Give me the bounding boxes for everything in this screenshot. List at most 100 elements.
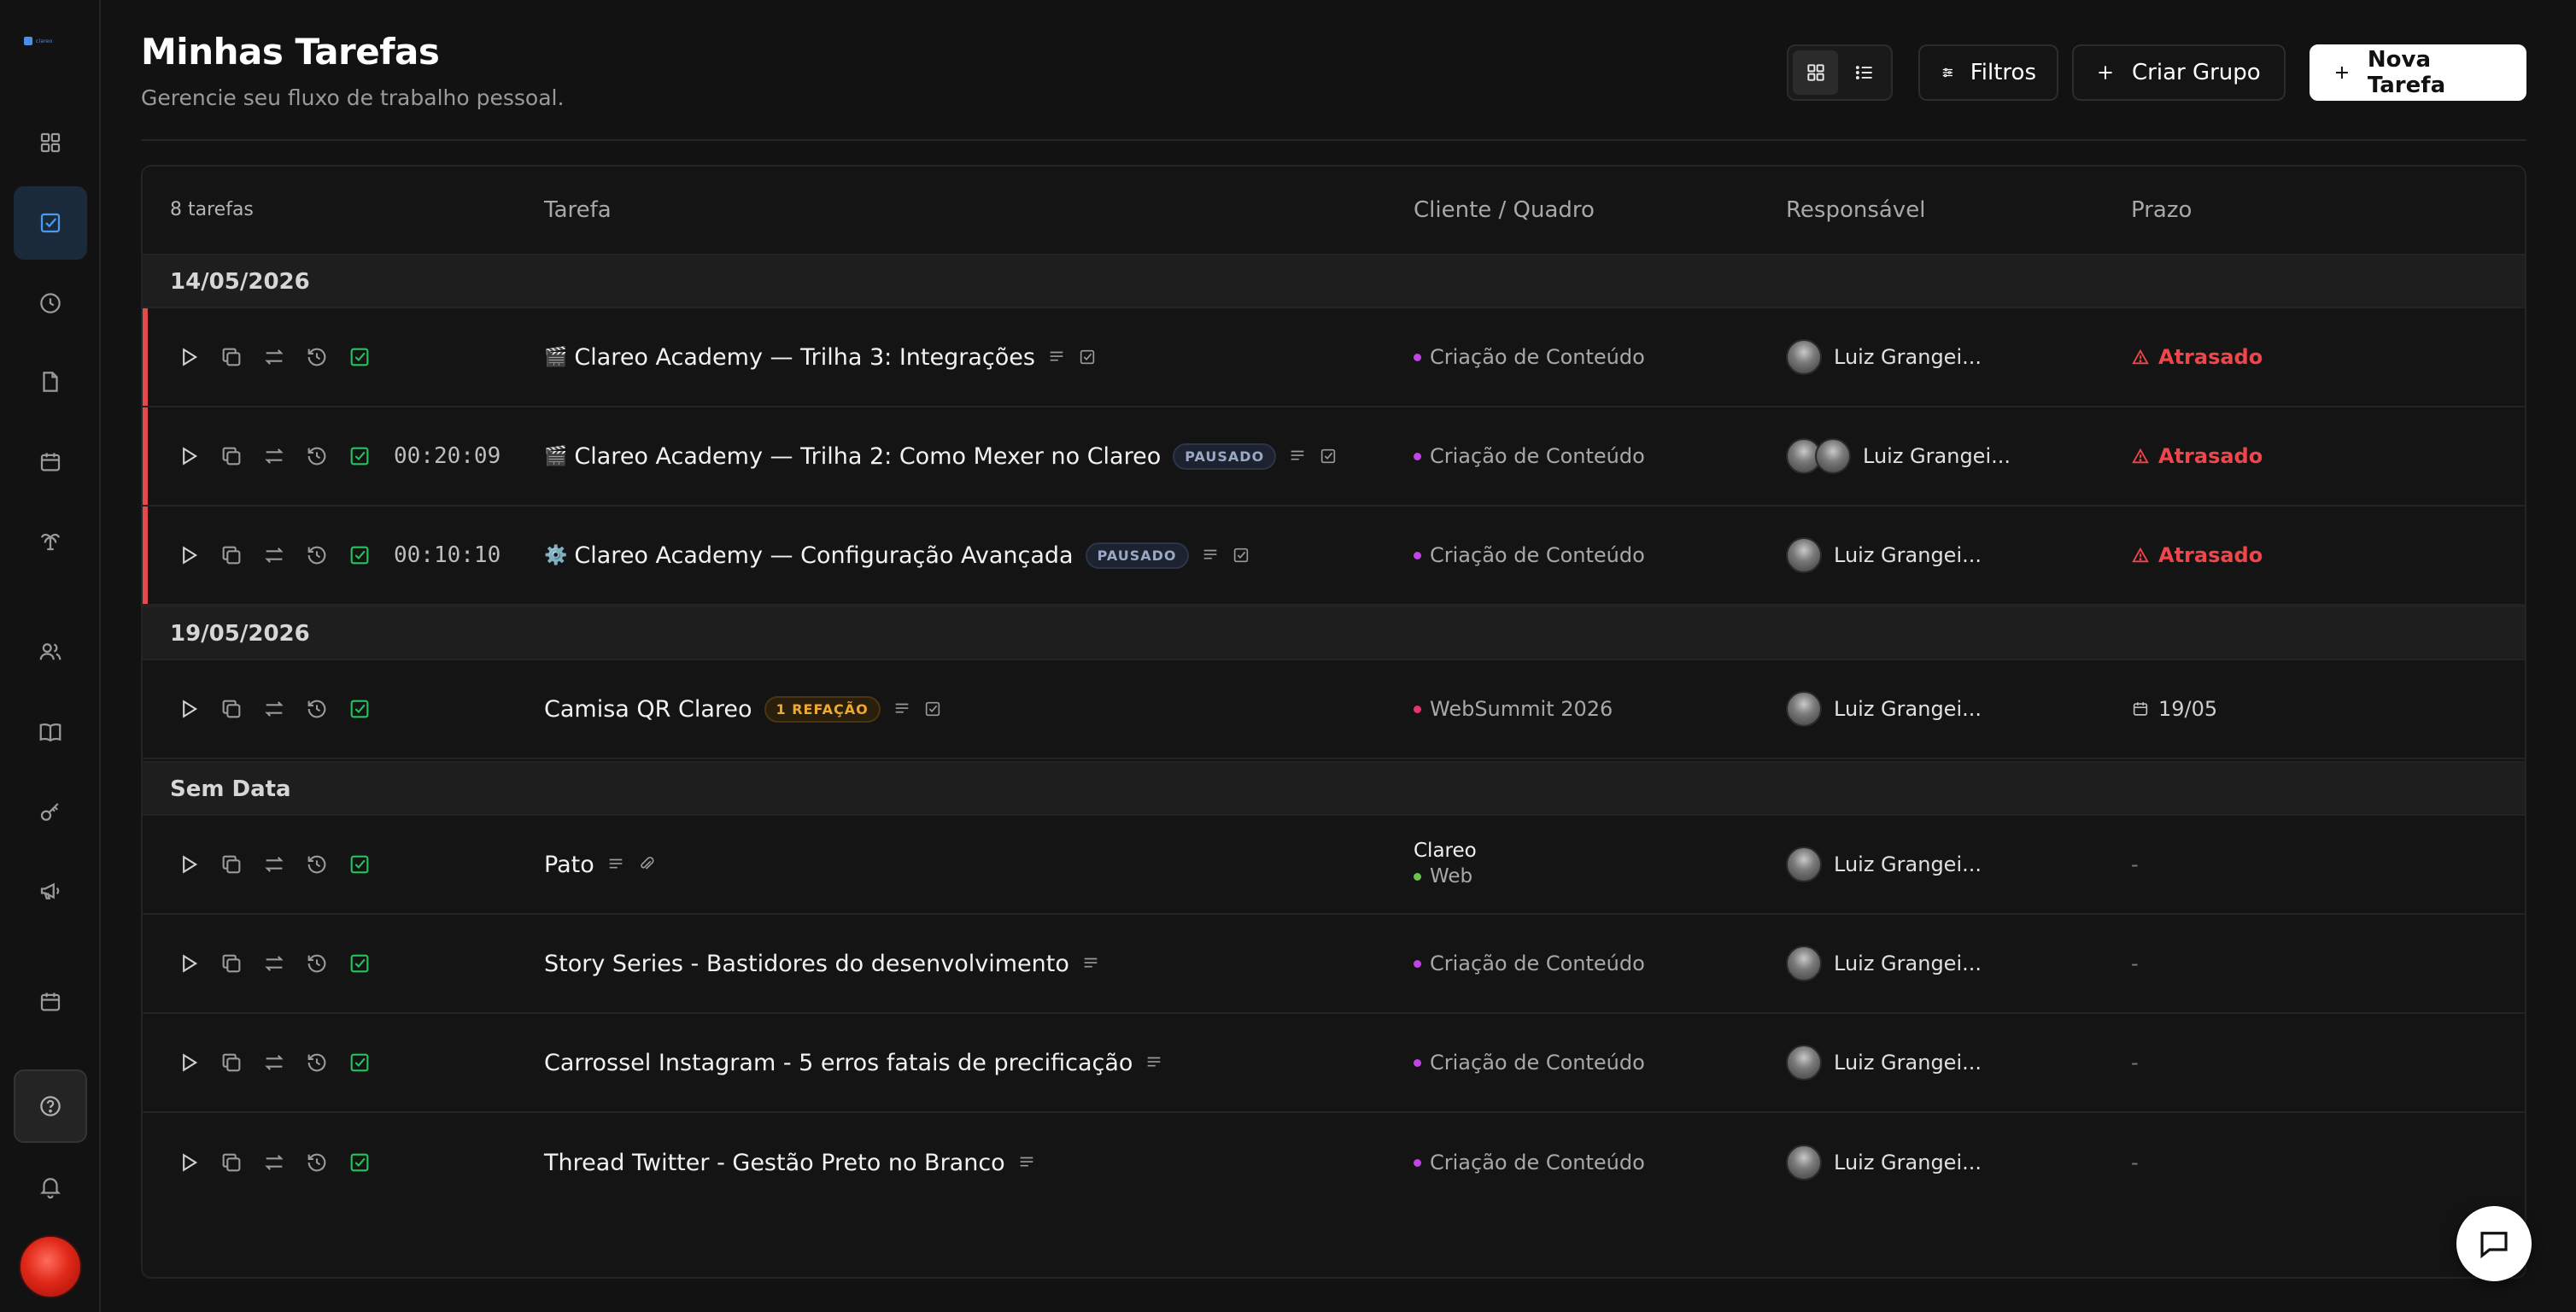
duplicate-icon[interactable] xyxy=(220,697,243,721)
duplicate-icon[interactable] xyxy=(220,852,243,876)
group-header[interactable]: 14/05/2026 xyxy=(143,254,2525,308)
complete-checkbox-icon[interactable] xyxy=(348,1151,372,1174)
table-row[interactable]: Pato Clareo Web Luiz Grangei... - xyxy=(143,816,2525,915)
owner-cell[interactable]: Luiz Grangei... xyxy=(1786,407,2011,505)
column-header-client[interactable]: Cliente / Quadro xyxy=(1414,197,1595,223)
transfer-icon[interactable] xyxy=(262,444,286,468)
play-icon[interactable] xyxy=(177,697,201,721)
duplicate-icon[interactable] xyxy=(220,1051,243,1075)
task-cell[interactable]: Story Series - Bastidores do desenvolvim… xyxy=(544,915,1100,1012)
task-cell[interactable]: Camisa QR Clareo 1 REFAÇÃO xyxy=(544,660,942,758)
owner-cell[interactable]: Luiz Grangei... xyxy=(1786,1113,1982,1212)
transfer-icon[interactable] xyxy=(262,1051,286,1075)
task-title[interactable]: Camisa QR Clareo xyxy=(544,696,752,723)
duplicate-icon[interactable] xyxy=(220,952,243,975)
column-header-owner[interactable]: Responsável xyxy=(1786,197,1925,223)
play-icon[interactable] xyxy=(177,1051,201,1075)
owner-cell[interactable]: Luiz Grangei... xyxy=(1786,308,1982,406)
sidebar-item-tasks[interactable] xyxy=(14,186,87,260)
play-icon[interactable] xyxy=(177,852,201,876)
new-task-button[interactable]: Nova Tarefa xyxy=(2310,44,2526,101)
history-icon[interactable] xyxy=(305,345,329,369)
table-row[interactable]: Carrossel Instagram - 5 erros fatais de … xyxy=(143,1014,2525,1113)
task-title[interactable]: Clareo Academy — Trilha 2: Como Mexer no… xyxy=(574,443,1161,470)
transfer-icon[interactable] xyxy=(262,852,286,876)
task-title[interactable]: Clareo Academy — Configuração Avançada xyxy=(574,542,1073,569)
client-cell[interactable]: Criação de Conteúdo xyxy=(1414,507,1645,604)
transfer-icon[interactable] xyxy=(262,345,286,369)
transfer-icon[interactable] xyxy=(262,952,286,975)
sidebar-item-marketing[interactable] xyxy=(14,854,87,928)
task-cell[interactable]: Pato xyxy=(544,816,656,913)
group-header[interactable]: 19/05/2026 xyxy=(143,606,2525,660)
complete-checkbox-icon[interactable] xyxy=(348,852,372,876)
play-icon[interactable] xyxy=(177,952,201,975)
client-cell[interactable]: Criação de Conteúdo xyxy=(1414,1014,1645,1111)
client-cell[interactable]: WebSummit 2026 xyxy=(1414,660,1613,758)
grid-view-button[interactable] xyxy=(1793,50,1838,95)
sidebar-item-knowledge[interactable] xyxy=(14,695,87,769)
history-icon[interactable] xyxy=(305,543,329,567)
history-icon[interactable] xyxy=(305,952,329,975)
task-cell[interactable]: Thread Twitter - Gestão Preto no Branco xyxy=(544,1113,1036,1212)
complete-checkbox-icon[interactable] xyxy=(348,1051,372,1075)
task-cell[interactable]: Carrossel Instagram - 5 erros fatais de … xyxy=(544,1014,1163,1111)
column-header-deadline[interactable]: Prazo xyxy=(2131,197,2192,223)
client-cell[interactable]: Criação de Conteúdo xyxy=(1414,1113,1645,1212)
duplicate-icon[interactable] xyxy=(220,444,243,468)
duplicate-icon[interactable] xyxy=(220,543,243,567)
play-icon[interactable] xyxy=(177,1151,201,1174)
transfer-icon[interactable] xyxy=(262,697,286,721)
task-title[interactable]: Carrossel Instagram - 5 erros fatais de … xyxy=(544,1050,1133,1076)
task-cell[interactable]: ⚙️ Clareo Academy — Configuração Avançad… xyxy=(544,507,1250,604)
column-header-task[interactable]: Tarefa xyxy=(544,197,612,223)
group-header[interactable]: Sem Data xyxy=(143,761,2525,816)
transfer-icon[interactable] xyxy=(262,1151,286,1174)
task-title[interactable]: Thread Twitter - Gestão Preto no Branco xyxy=(544,1150,1005,1176)
task-title[interactable]: Clareo Academy — Trilha 3: Integrações xyxy=(574,344,1035,371)
owner-cell[interactable]: Luiz Grangei... xyxy=(1786,660,1982,758)
app-logo[interactable]: clareo xyxy=(24,34,77,48)
sidebar-item-vacation[interactable] xyxy=(14,504,87,577)
client-cell[interactable]: Criação de Conteúdo xyxy=(1414,915,1645,1012)
sidebar-item-help[interactable] xyxy=(14,1069,87,1143)
table-row[interactable]: Story Series - Bastidores do desenvolvim… xyxy=(143,915,2525,1014)
client-cell[interactable]: Criação de Conteúdo xyxy=(1414,308,1645,406)
table-row[interactable]: Thread Twitter - Gestão Preto no Branco … xyxy=(143,1113,2525,1212)
complete-checkbox-icon[interactable] xyxy=(348,952,372,975)
table-row[interactable]: 00:10:10 ⚙️ Clareo Academy — Configuraçã… xyxy=(143,507,2525,606)
sidebar-item-time[interactable] xyxy=(14,266,87,340)
history-icon[interactable] xyxy=(305,1051,329,1075)
duplicate-icon[interactable] xyxy=(220,1151,243,1174)
client-cell[interactable]: Clareo Web xyxy=(1414,840,1477,887)
sidebar-item-schedule[interactable] xyxy=(14,965,87,1039)
owner-cell[interactable]: Luiz Grangei... xyxy=(1786,915,1982,1012)
history-icon[interactable] xyxy=(305,852,329,876)
owner-cell[interactable]: Luiz Grangei... xyxy=(1786,1014,1982,1111)
table-row[interactable]: 🎬 Clareo Academy — Trilha 3: Integrações… xyxy=(143,308,2525,407)
task-cell[interactable]: 🎬 Clareo Academy — Trilha 2: Como Mexer … xyxy=(544,407,1338,505)
history-icon[interactable] xyxy=(305,444,329,468)
complete-checkbox-icon[interactable] xyxy=(348,345,372,369)
sidebar-item-documents[interactable] xyxy=(14,345,87,419)
transfer-icon[interactable] xyxy=(262,543,286,567)
complete-checkbox-icon[interactable] xyxy=(348,444,372,468)
play-icon[interactable] xyxy=(177,543,201,567)
play-icon[interactable] xyxy=(177,345,201,369)
client-cell[interactable]: Criação de Conteúdo xyxy=(1414,407,1645,505)
history-icon[interactable] xyxy=(305,1151,329,1174)
play-icon[interactable] xyxy=(177,444,201,468)
owner-cell[interactable]: Luiz Grangei... xyxy=(1786,507,1982,604)
task-cell[interactable]: 🎬 Clareo Academy — Trilha 3: Integrações xyxy=(544,308,1097,406)
table-row[interactable]: Camisa QR Clareo 1 REFAÇÃO WebSummit 202… xyxy=(143,660,2525,759)
create-group-button[interactable]: Criar Grupo xyxy=(2072,44,2286,101)
duplicate-icon[interactable] xyxy=(220,345,243,369)
sidebar-item-notifications[interactable] xyxy=(14,1150,87,1223)
complete-checkbox-icon[interactable] xyxy=(348,543,372,567)
history-icon[interactable] xyxy=(305,697,329,721)
user-avatar[interactable] xyxy=(19,1235,82,1298)
list-view-button[interactable] xyxy=(1841,50,1887,95)
sidebar-item-team[interactable] xyxy=(14,615,87,688)
sidebar-item-dashboard[interactable] xyxy=(14,106,87,179)
task-title[interactable]: Story Series - Bastidores do desenvolvim… xyxy=(544,951,1069,977)
